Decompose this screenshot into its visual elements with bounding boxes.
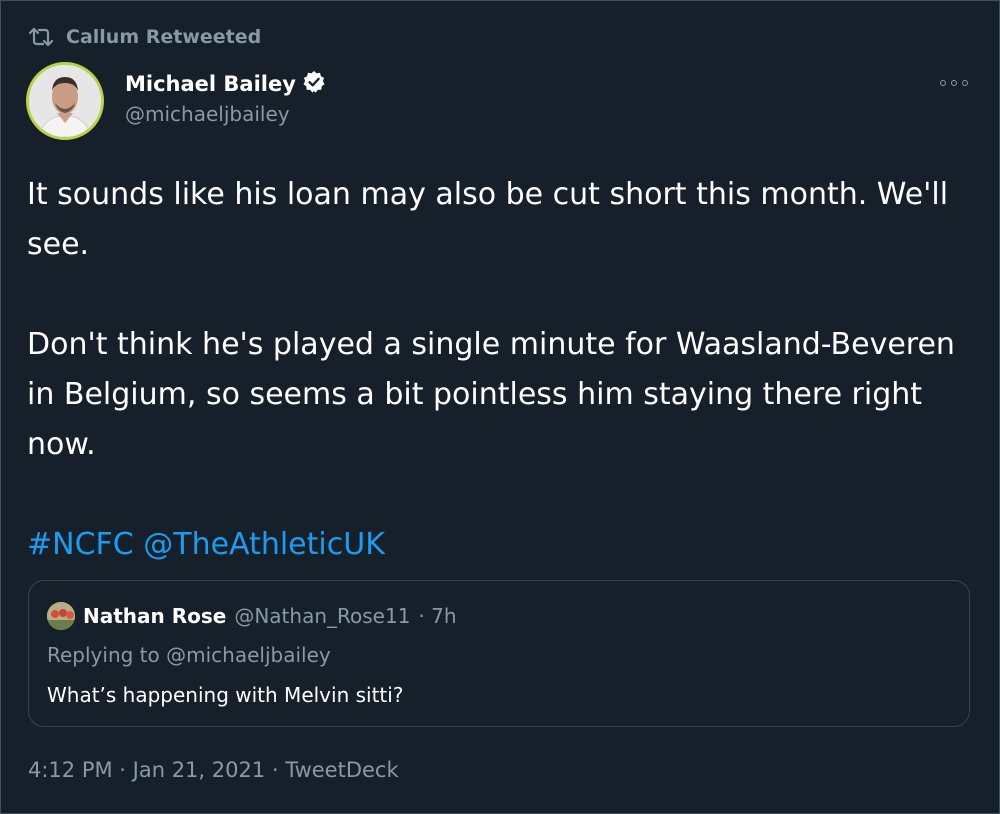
author-name[interactable]: Michael Bailey (125, 72, 296, 96)
retweet-label: Callum Retweeted (66, 26, 262, 48)
verified-badge-icon (302, 70, 326, 98)
author-handle[interactable]: @michaeljbailey (125, 102, 326, 126)
mention-link[interactable]: @TheAthleticUK (143, 527, 385, 562)
replying-prefix: Replying to (47, 643, 160, 667)
quoted-author-handle[interactable]: @Nathan_Rose11 (234, 604, 410, 628)
tweet-timestamp[interactable]: 4:12 PM · Jan 21, 2021 · TweetDeck (28, 758, 399, 782)
tweet-body: It sounds like his loan may also be cut … (27, 170, 977, 570)
quoted-avatar (47, 602, 75, 630)
tweet-paragraph-1: It sounds like his loan may also be cut … (27, 177, 949, 262)
quoted-tweet[interactable]: Nathan Rose @Nathan_Rose11 · 7h Replying… (28, 580, 970, 727)
tweet-paragraph-2: Don't think he's played a single minute … (27, 327, 955, 462)
replying-to-handle[interactable]: @michaeljbailey (166, 643, 331, 667)
quoted-author-name[interactable]: Nathan Rose (83, 604, 226, 628)
more-dot (962, 80, 968, 86)
retweet-icon (28, 26, 54, 48)
author-block: Michael Bailey @michaeljbailey (125, 70, 326, 126)
more-dot (951, 80, 957, 86)
retweet-indicator[interactable]: Callum Retweeted (28, 24, 261, 50)
replying-to: Replying to @michaeljbailey (47, 643, 331, 667)
more-dot (940, 80, 946, 86)
more-options-icon[interactable] (940, 76, 968, 90)
author-avatar[interactable] (26, 62, 104, 140)
quoted-text: What’s happening with Melvin sitti? (47, 683, 404, 707)
quoted-time: · 7h (418, 604, 457, 628)
hashtag-link[interactable]: #NCFC (27, 527, 134, 562)
